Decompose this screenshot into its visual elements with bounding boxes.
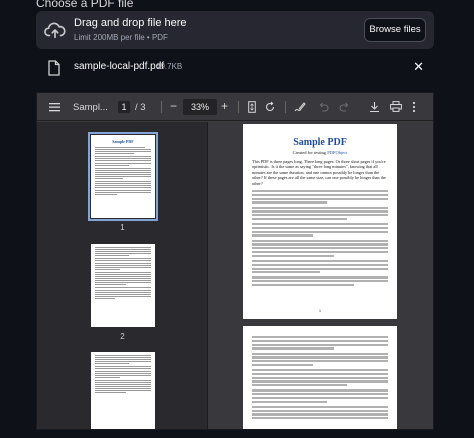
file-dropzone[interactable]: Drag and drop file here Limit 200MB per … [36, 11, 434, 49]
fit-page-icon[interactable] [248, 101, 256, 113]
pdf-toolbar: Sampl... 1 / 3 − 33% + [37, 93, 433, 121]
page-number: 1 [318, 308, 322, 313]
cloud-upload-icon [44, 22, 66, 39]
more-options-icon[interactable] [412, 101, 416, 113]
toolbar-divider [285, 101, 286, 113]
file-size: 49.7KB [156, 62, 183, 71]
print-icon[interactable] [390, 101, 402, 112]
close-icon[interactable]: ✕ [413, 60, 424, 74]
page-body-text [252, 190, 388, 287]
document-title: Sampl... [73, 102, 108, 113]
page-body-text [252, 336, 388, 420]
zoom-level[interactable]: 33% [183, 99, 217, 115]
pdf-page-1: Sample PDF Created for testing PDFObject… [243, 124, 397, 319]
download-icon[interactable] [369, 101, 380, 113]
thumbnail-sidebar: Sample PDF 1 2 [37, 122, 208, 429]
thumbnail-page-3[interactable] [91, 352, 155, 429]
zoom-out-icon[interactable]: − [170, 99, 177, 113]
toolbar-divider [238, 101, 239, 113]
thumbnail-text [91, 352, 155, 398]
pdfobject-link[interactable]: PDFObject [327, 150, 347, 155]
zoom-in-icon[interactable]: + [221, 99, 228, 113]
pdf-page-2 [243, 326, 397, 429]
thumbnail-page-1[interactable]: Sample PDF [88, 132, 158, 221]
subtitle-prefix: Created for testing [292, 150, 328, 155]
file-icon [48, 60, 60, 76]
app-root: Choose a PDF file Drag and drop file her… [0, 0, 474, 438]
redo-icon[interactable] [339, 101, 350, 112]
thumbnail-text [91, 144, 155, 199]
file-name: sample-local-pdf.pdf [74, 61, 165, 72]
rotate-icon[interactable] [264, 101, 276, 113]
thumbnail-text [91, 244, 155, 303]
dropzone-subtitle: Limit 200MB per file • PDF [74, 33, 168, 42]
undo-icon[interactable] [318, 101, 329, 112]
menu-icon[interactable] [49, 102, 60, 112]
page-intro: This PDF is three pages long. Three long… [252, 159, 386, 186]
page-view: Sample PDF Created for testing PDFObject… [209, 122, 433, 429]
uploaded-file-row: sample-local-pdf.pdf 49.7KB ✕ [36, 57, 434, 79]
draw-icon[interactable] [294, 101, 306, 113]
page-number-input[interactable]: 1 [118, 101, 130, 113]
page-title: Sample PDF [293, 137, 347, 148]
thumbnail-label: 2 [120, 332, 125, 341]
pdf-viewer: Sampl... 1 / 3 − 33% + Sample PDF 1 2 Sa… [36, 92, 434, 430]
page-total: / 3 [135, 102, 146, 113]
toolbar-divider [161, 101, 162, 113]
uploader-label: Choose a PDF file [36, 0, 134, 10]
page-subtitle: Created for testing PDFObject [243, 150, 397, 155]
thumbnail-label: 1 [120, 223, 125, 232]
thumbnail-page-2[interactable] [91, 244, 155, 327]
dropzone-title: Drag and drop file here [74, 17, 187, 29]
browse-files-button[interactable]: Browse files [364, 18, 426, 42]
